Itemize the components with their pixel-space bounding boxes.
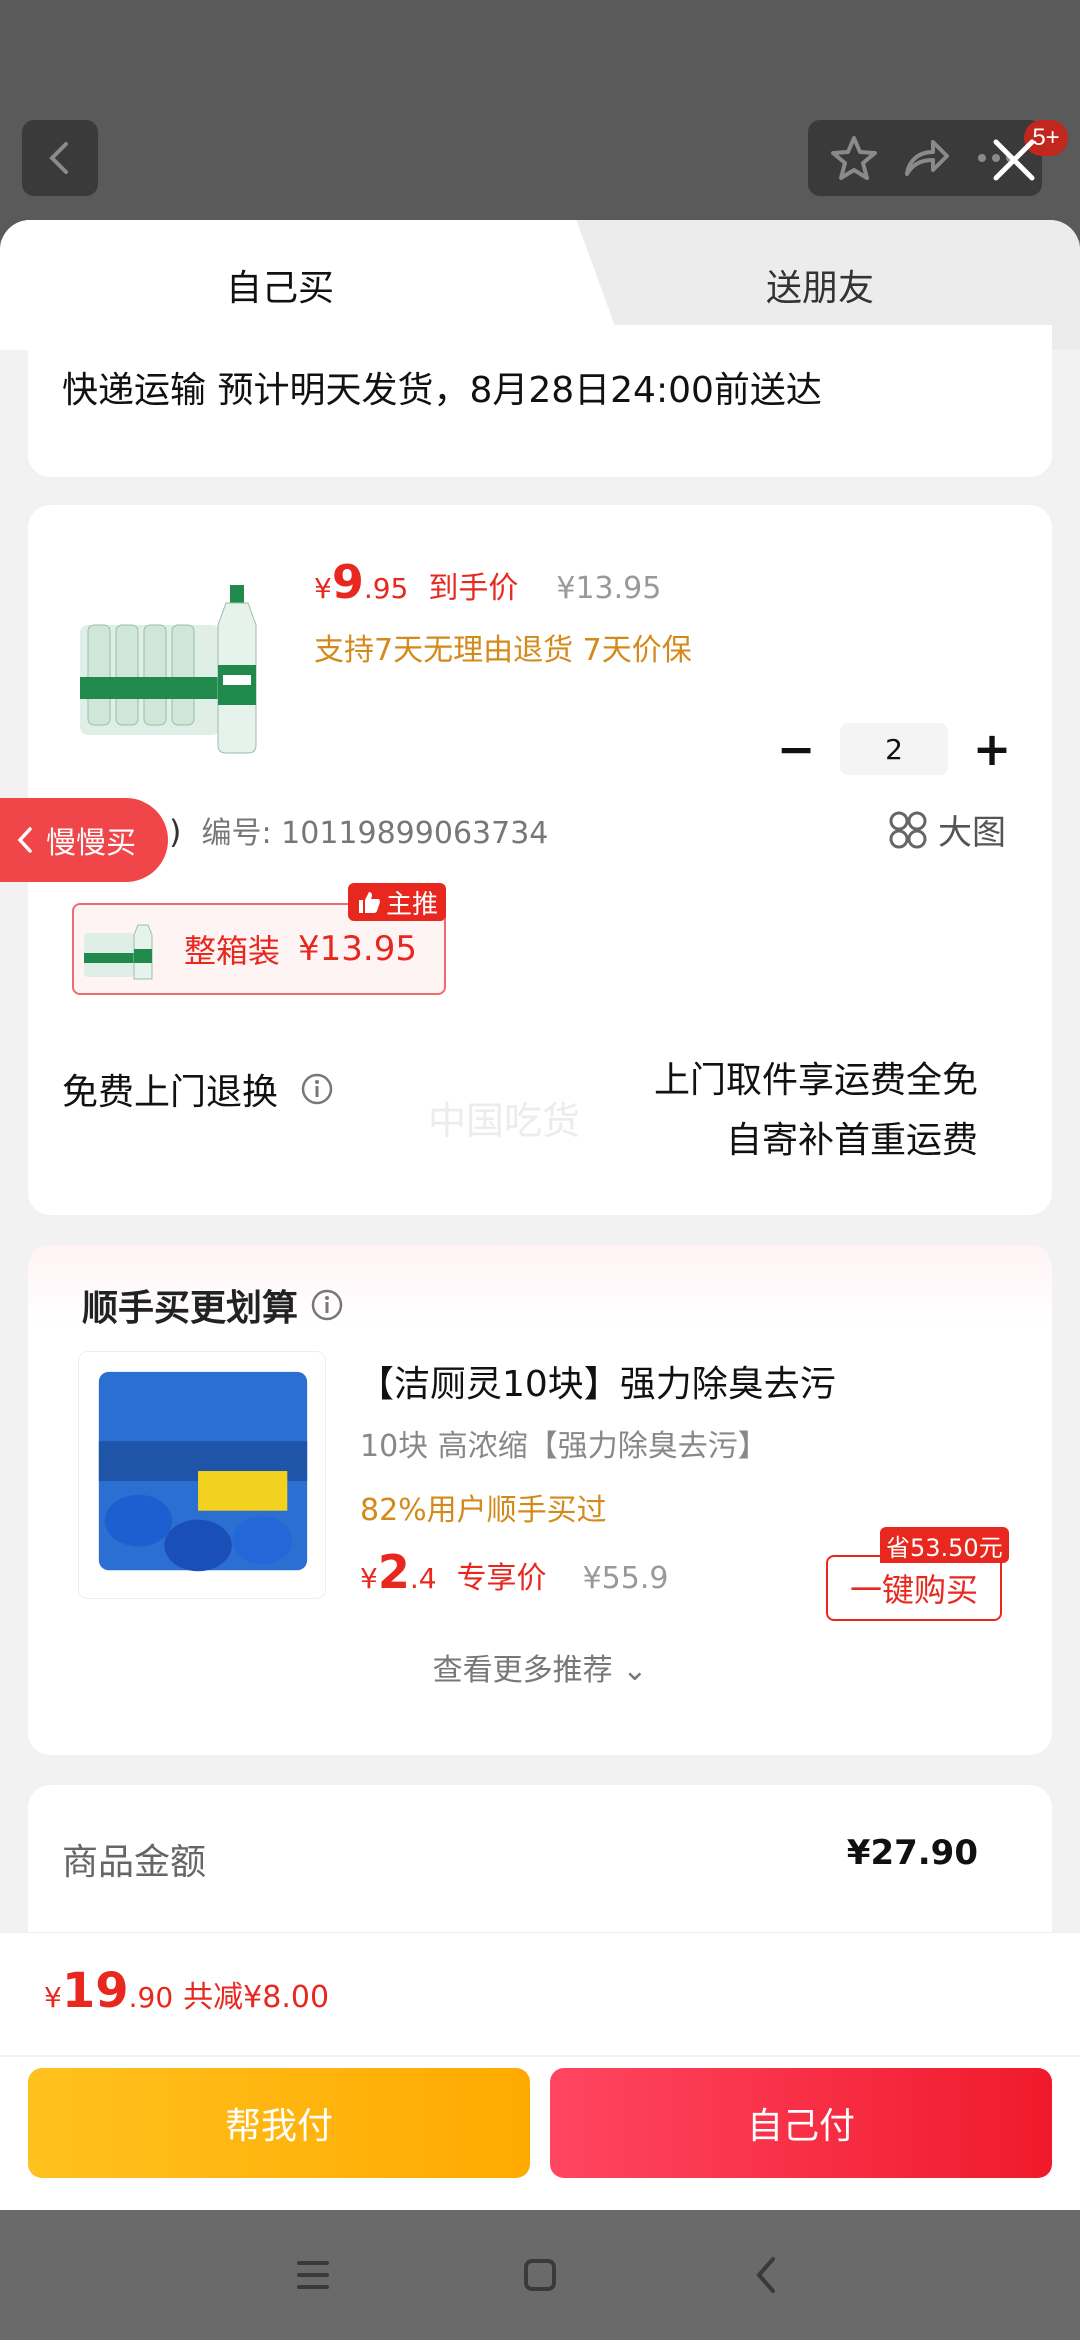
total-price: ¥ 19 .90 共减¥8.00	[44, 1963, 329, 2019]
slow-buy-label: 慢慢买	[46, 826, 136, 861]
sku-thumbnail	[84, 924, 153, 980]
free-return-label: 免费上门退换	[62, 1072, 279, 1113]
recommended-badge-label: 主推	[386, 889, 439, 920]
more-recommendations-link[interactable]: 查看更多推荐 ⌄	[28, 1645, 1052, 1689]
price-integer: 2	[377, 1545, 410, 1599]
recommended-badge: 主推	[348, 883, 447, 921]
info-icon[interactable]	[310, 1288, 344, 1322]
original-price: ¥13.95	[556, 571, 662, 606]
shipping-text: 快递运输 预计明天发货，8月28日24:00前送达	[62, 370, 822, 411]
checkout-bar: ¥ 19 .90 共减¥8.00 帮我付 自己付	[0, 1932, 1080, 2210]
spec-number: 编号: 10119899063734	[201, 816, 549, 851]
watermark: 中国吃货	[428, 1099, 581, 1143]
chevron-left-icon	[17, 827, 32, 853]
currency-symbol: ¥	[360, 1562, 378, 1595]
sku-price: ¥13.95	[298, 929, 417, 969]
recommendation-buyers: 82%用户顺手买过	[360, 1493, 607, 1528]
increase-button[interactable]: +	[968, 722, 1016, 776]
thumbs-up-icon	[359, 892, 380, 913]
slow-buy-tab[interactable]: 慢慢买	[0, 798, 168, 882]
savings-badge: 省53.50元	[880, 1527, 1009, 1563]
total-integer: 19	[61, 1963, 129, 2019]
currency-symbol: ¥	[314, 572, 332, 605]
divider	[0, 2055, 1080, 2057]
home-icon[interactable]	[510, 2245, 570, 2305]
product-price: ¥ 9 .95 到手价 ¥13.95	[314, 555, 661, 609]
quantity-stepper: − +	[772, 722, 1016, 776]
price-decimal: .4	[409, 1562, 437, 1595]
total-decimal: .90	[128, 1981, 174, 2014]
close-icon[interactable]	[986, 132, 1042, 188]
product-card: ¥ 9 .95 到手价 ¥13.95 支持7天无理由退货 7天价保 − + 规格…	[28, 505, 1052, 1215]
back-icon[interactable]	[737, 2245, 797, 2305]
sku-name: 整箱装	[184, 932, 281, 970]
return-policy-line2: 自寄补首重运费	[725, 1120, 978, 1161]
recommendation-card: 顺手买更划算 【洁厕灵10块】强力除臭去污 10块 高浓缩【强力除臭去污】 82…	[28, 1245, 1052, 1755]
goods-amount-value: ¥27.90	[846, 1833, 978, 1873]
product-image	[80, 585, 257, 754]
quantity-input[interactable]	[840, 723, 948, 775]
exclusive-price-label: 专享价	[456, 1561, 547, 1596]
big-image-button[interactable]: 大图	[888, 805, 1006, 854]
recommendation-price: ¥ 2 .4 专享价 ¥55.9	[360, 1545, 668, 1599]
one-click-buy-button[interactable]: 一键购买	[826, 1555, 1002, 1621]
recommendation-image[interactable]	[78, 1351, 326, 1599]
purchase-sheet: 送朋友 自己买 快递运输 预计明天发货，8月28日24:00前送达 ¥ 9 .9…	[0, 220, 1080, 2210]
return-policy-line1: 上门取件享运费全免	[653, 1060, 978, 1101]
grid-icon	[889, 811, 927, 848]
return-policy: 上门取件享运费全免 自寄补首重运费	[654, 1051, 978, 1171]
big-image-label: 大图	[938, 813, 1006, 853]
back-button[interactable]	[22, 120, 98, 196]
recommendation-title: 顺手买更划算	[82, 1279, 344, 1331]
help-me-pay-button[interactable]: 帮我付	[28, 2068, 530, 2178]
pay-myself-button[interactable]: 自己付	[550, 2068, 1052, 2178]
currency-symbol: ¥	[44, 1981, 62, 2014]
tab-buy-self-label: 自己买	[225, 268, 334, 309]
recommendation-name[interactable]: 【洁厕灵10块】强力除臭去污	[358, 1355, 836, 1407]
final-price-label: 到手价	[428, 571, 519, 606]
after-sale-support: 支持7天无理由退货 7天价保	[314, 633, 692, 668]
recommendation-subtitle: 10块 高浓缩【强力除臭去污】	[360, 1429, 768, 1464]
info-icon[interactable]	[300, 1072, 334, 1106]
share-icon[interactable]	[899, 132, 951, 184]
total-discount: 共减¥8.00	[183, 1980, 330, 2015]
recommendation-title-text: 顺手买更划算	[82, 1288, 299, 1329]
star-icon[interactable]	[828, 132, 880, 184]
menu-icon[interactable]	[283, 2245, 343, 2305]
goods-amount-label: 商品金额	[62, 1842, 207, 1883]
system-nav-bar	[0, 2210, 1080, 2340]
original-price: ¥55.9	[582, 1561, 669, 1596]
decrease-button[interactable]: −	[772, 722, 820, 776]
free-return-row: 免费上门退换	[62, 1063, 334, 1115]
shipping-card: 快递运输 预计明天发货，8月28日24:00前送达	[28, 325, 1052, 477]
chevron-left-icon	[49, 142, 68, 174]
price-integer: 9	[331, 555, 364, 609]
price-decimal: .95	[363, 572, 409, 605]
